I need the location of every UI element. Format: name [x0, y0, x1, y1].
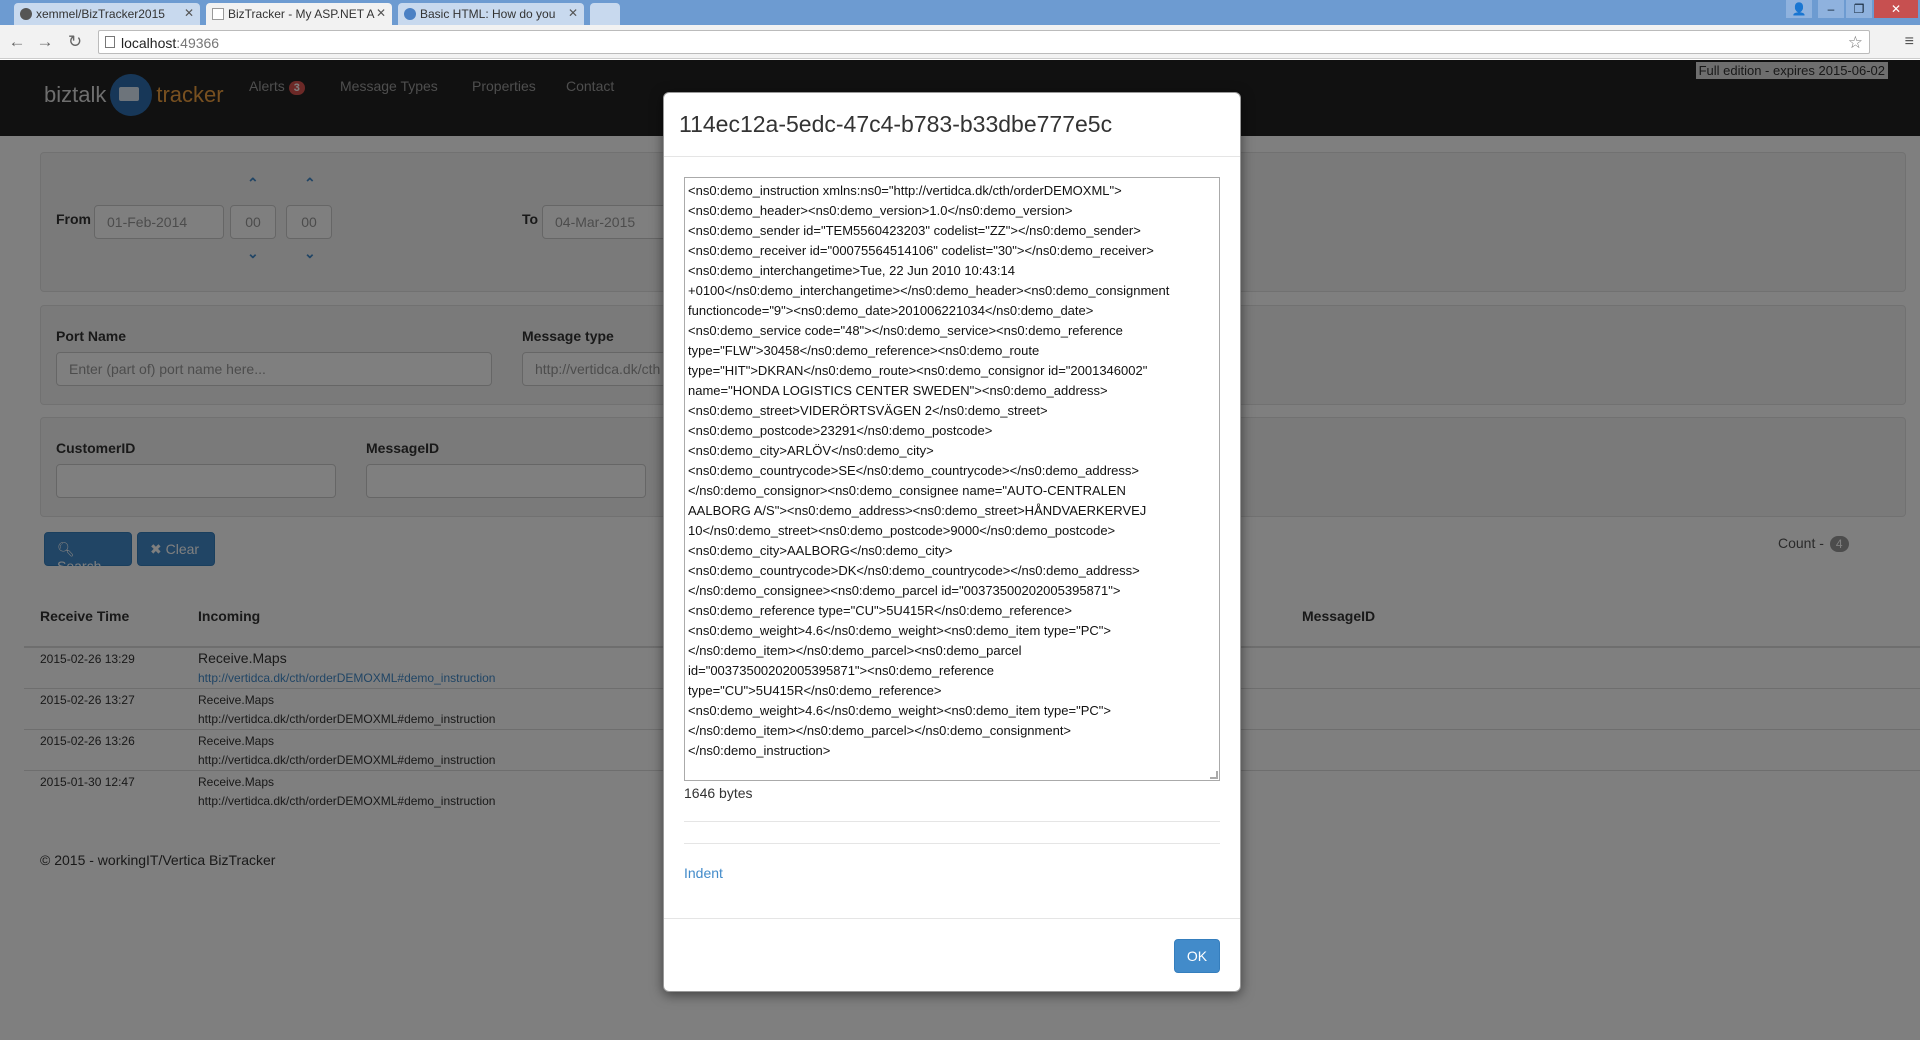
menu-icon[interactable]: ≡	[1905, 33, 1914, 51]
reload-icon[interactable]: ↻	[64, 31, 86, 53]
xml-line: AALBORG A/S"><ns0:demo_address><ns0:demo…	[688, 503, 1147, 518]
tab-title: Basic HTML: How do you	[420, 7, 556, 21]
tab-title: xemmel/BizTracker2015	[36, 7, 165, 21]
new-tab-button[interactable]	[590, 3, 620, 25]
indent-link[interactable]: Indent	[684, 865, 723, 881]
url-text: localhost:49366	[121, 35, 220, 51]
browser-tab-biztracker[interactable]: BizTracker - My ASP.NET A ✕	[206, 3, 392, 25]
xml-line: <ns0:demo_city>ARLÖV</ns0:demo_city>	[688, 443, 934, 458]
xml-line: type="HIT">DKRAN</ns0:demo_route><ns0:de…	[688, 363, 1148, 378]
back-icon[interactable]: ←	[6, 31, 28, 53]
xml-line: name="HONDA LOGISTICS CENTER SWEDEN"><ns…	[688, 383, 1108, 398]
xml-line: <ns0:demo_weight>4.6</ns0:demo_weight><n…	[688, 703, 1111, 718]
browser-tab-github[interactable]: xemmel/BizTracker2015 ✕	[14, 3, 200, 25]
modal-footer-divider	[664, 918, 1240, 919]
xml-line: <ns0:demo_street>VIDERÖRTSVÄGEN 2</ns0:d…	[688, 403, 1048, 418]
xml-line: </ns0:demo_consignor><ns0:demo_consignee…	[688, 483, 1126, 498]
divider	[684, 843, 1220, 844]
browser-tab-basic-html[interactable]: Basic HTML: How do you ✕	[398, 3, 584, 25]
xml-line: </ns0:demo_consignee><ns0:demo_parcel id…	[688, 583, 1121, 598]
xml-line: type="FLW">30458</ns0:demo_reference><ns…	[688, 343, 1040, 358]
minimize-icon[interactable]: –	[1818, 0, 1844, 18]
xml-line: <ns0:demo_countrycode>SE</ns0:demo_count…	[688, 463, 1139, 478]
xml-line: <ns0:demo_interchangetime>Tue, 22 Jun 20…	[688, 263, 1015, 278]
divider	[684, 821, 1220, 822]
github-icon	[20, 8, 32, 20]
page-icon	[404, 8, 416, 20]
xml-line: </ns0:demo_item></ns0:demo_parcel></ns0:…	[688, 723, 1072, 738]
user-icon[interactable]: 👤	[1786, 0, 1812, 18]
address-bar[interactable]: localhost:49366 ☆	[98, 30, 1870, 54]
xml-line: <ns0:demo_receiver id="00075564514106" c…	[688, 243, 1154, 258]
tab-title: BizTracker - My ASP.NET A	[228, 7, 375, 21]
bookmark-star-icon[interactable]: ☆	[1848, 33, 1863, 53]
close-icon[interactable]: ✕	[568, 6, 578, 20]
xml-line: <ns0:demo_service code="48"></ns0:demo_s…	[688, 323, 1123, 338]
xml-textarea[interactable]: <ns0:demo_instruction xmlns:ns0="http://…	[684, 177, 1220, 781]
xml-line: type="CU">5U415R</ns0:demo_reference>	[688, 683, 942, 698]
resize-grip-icon[interactable]	[1210, 771, 1218, 779]
xml-line: </ns0:demo_item></ns0:demo_parcel><ns0:d…	[688, 643, 1022, 658]
xml-line: <ns0:demo_header><ns0:demo_version>1.0</…	[688, 203, 1073, 218]
browser-toolbar: ← → ↻ localhost:49366 ☆ ≡	[0, 25, 1920, 59]
restore-icon[interactable]: ❐	[1846, 0, 1872, 18]
xml-line: functioncode="9"><ns0:demo_date>20100622…	[688, 303, 1094, 318]
xml-line: <ns0:demo_reference type="CU">5U415R</ns…	[688, 603, 1072, 618]
browser-tab-strip: xemmel/BizTracker2015 ✕ BizTracker - My …	[0, 0, 1920, 25]
close-window-icon[interactable]: ✕	[1874, 0, 1918, 18]
ok-button[interactable]: OK	[1174, 939, 1220, 973]
forward-icon[interactable]: →	[34, 31, 56, 53]
xml-line: 10</ns0:demo_street><ns0:demo_postcode>9…	[688, 523, 1116, 538]
close-icon[interactable]: ✕	[376, 6, 386, 20]
xml-line: <ns0:demo_instruction xmlns:ns0="http://…	[688, 183, 1122, 198]
xml-line: <ns0:demo_countrycode>DK</ns0:demo_count…	[688, 563, 1140, 578]
modal-header: 114ec12a-5edc-47c4-b783-b33dbe777e5c	[664, 93, 1240, 157]
close-icon[interactable]: ✕	[184, 6, 194, 20]
xml-line: </ns0:demo_instruction>	[688, 743, 831, 758]
xml-line: <ns0:demo_weight>4.6</ns0:demo_weight><n…	[688, 623, 1111, 638]
message-modal: 114ec12a-5edc-47c4-b783-b33dbe777e5c <ns…	[663, 92, 1241, 992]
xml-line: <ns0:demo_sender id="TEM5560423203" code…	[688, 223, 1141, 238]
xml-line: <ns0:demo_postcode>23291</ns0:demo_postc…	[688, 423, 993, 438]
byte-count: 1646 bytes	[684, 785, 753, 801]
xml-line: +0100</ns0:demo_interchangetime></ns0:de…	[688, 283, 1170, 298]
page-icon	[212, 8, 224, 20]
modal-title: 114ec12a-5edc-47c4-b783-b33dbe777e5c	[679, 111, 1113, 137]
page-icon	[105, 36, 115, 48]
xml-line: <ns0:demo_city>AALBORG</ns0:demo_city>	[688, 543, 953, 558]
xml-line: id="00373500202005395871"><ns0:demo_refe…	[688, 663, 994, 678]
